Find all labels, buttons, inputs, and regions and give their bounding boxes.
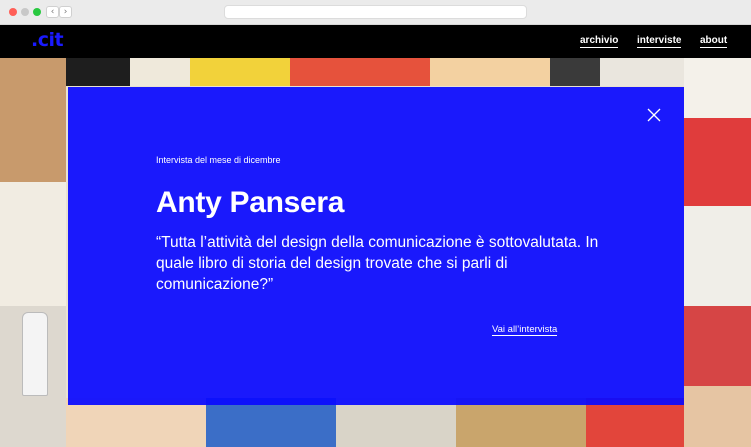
- browser-toolbar: ‹ ›: [0, 0, 751, 25]
- poster-tile: [290, 58, 430, 86]
- site-logo[interactable]: .cit: [31, 29, 64, 51]
- poster-tile: [0, 58, 66, 182]
- back-button[interactable]: ‹: [46, 6, 59, 18]
- poster-tile: [0, 182, 66, 306]
- poster-tile: [684, 58, 751, 118]
- close-window-button[interactable]: [9, 8, 17, 16]
- forward-button[interactable]: ›: [59, 6, 72, 18]
- bottle-illustration: [22, 312, 48, 396]
- nav-archivio[interactable]: archivio: [580, 35, 619, 48]
- address-bar[interactable]: [224, 5, 527, 19]
- poster-tile: [550, 58, 600, 86]
- poster-tile: [684, 306, 751, 386]
- modal-kicker: Intervista del mese di dicembre: [156, 155, 281, 165]
- nav-interviste[interactable]: interviste: [637, 35, 682, 48]
- interview-quote: “Tutta l’attività del design della comun…: [156, 234, 599, 293]
- interviewee-name: Anty Pansera: [156, 186, 345, 219]
- site-header: .cit archivio interviste about: [0, 25, 751, 58]
- poster-tile: [66, 398, 206, 447]
- maximize-window-button[interactable]: [33, 8, 41, 16]
- poster-tile: [456, 398, 586, 447]
- nav-about[interactable]: about: [700, 35, 728, 48]
- poster-tile: [684, 118, 751, 206]
- poster-tile: [66, 58, 130, 86]
- poster-tile: [336, 398, 456, 447]
- poster-tile: [430, 58, 550, 86]
- go-to-interview-link[interactable]: Vai all’intervista: [492, 324, 558, 336]
- poster-tile: [684, 206, 751, 306]
- close-icon[interactable]: [647, 108, 661, 122]
- poster-tile: [684, 386, 751, 447]
- poster-tile: [206, 398, 336, 447]
- poster-tile: [600, 58, 684, 86]
- minimize-window-button[interactable]: [21, 8, 29, 16]
- poster-tile: [190, 58, 290, 86]
- poster-tile: [586, 398, 684, 447]
- poster-tile: [130, 58, 190, 86]
